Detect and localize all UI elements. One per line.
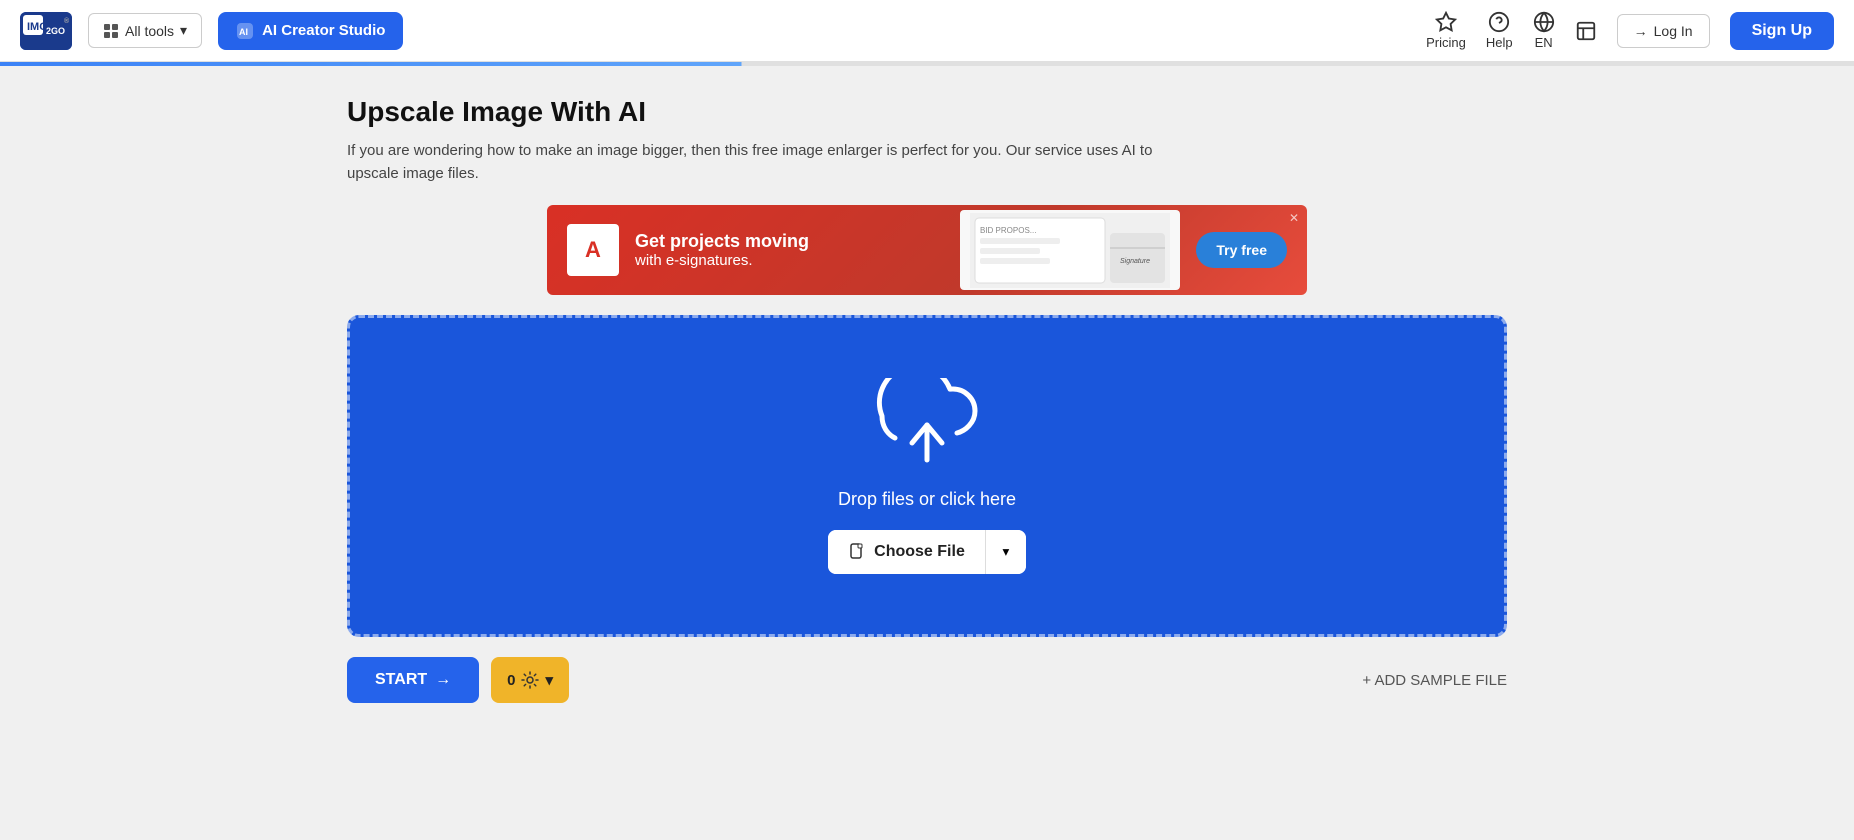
svg-text:IMG: IMG [27,21,48,33]
ai-creator-button[interactable]: AI AI Creator Studio [218,12,403,50]
choose-file-label: Choose File [874,543,965,561]
all-tools-button[interactable]: All tools ▾ [88,13,202,48]
help-nav[interactable]: Help [1486,11,1513,50]
signup-label: Sign Up [1752,22,1812,39]
pricing-icon [1435,11,1457,33]
bottom-bar: START → 0 ▾ + ADD SAMPLE FILE [347,657,1507,723]
logo[interactable]: IMG 2GO ® [20,12,72,50]
signup-button[interactable]: Sign Up [1730,12,1834,50]
arrow-right-icon: → [435,671,451,689]
svg-text:2GO: 2GO [46,26,65,36]
ai-creator-label: AI Creator Studio [262,22,385,39]
ad-banner: A Get projects moving with e-signatures.… [547,205,1307,295]
ad-text: Get projects moving with e-signatures. [635,231,944,270]
chevron-down-icon: ▾ [545,671,553,689]
start-button[interactable]: START → [347,657,479,703]
all-tools-label: All tools [125,23,174,39]
settings-icon [521,671,539,689]
upload-area[interactable]: Drop files or click here Choose File ▾ [347,315,1507,637]
ad-cta-button[interactable]: Try free [1196,232,1287,268]
ad-close-icon[interactable]: ✕ [1289,211,1299,225]
file-icon [848,543,866,561]
login-arrow-icon: → [1634,23,1648,39]
ad-subline: with e-signatures. [635,252,944,269]
help-icon [1488,11,1510,33]
settings-count: 0 [507,672,515,689]
choose-file-wrapper[interactable]: Choose File ▾ [828,530,1026,574]
page-description: If you are wondering how to make an imag… [347,140,1167,185]
login-label: Log In [1654,23,1693,39]
settings-button[interactable]: 0 ▾ [491,657,569,703]
header: IMG 2GO ® All tools ▾ AI AI Creator Stud… [0,0,1854,62]
help-label: Help [1486,35,1513,50]
choose-file-button[interactable]: Choose File [828,530,986,574]
ad-mockup: BID PROPOS... Signature [960,210,1180,290]
start-label: START [375,671,427,689]
svg-text:BID PROPOS...: BID PROPOS... [980,226,1036,235]
chevron-down-icon: ▾ [1002,544,1009,560]
globe-icon [1533,11,1555,33]
pricing-nav[interactable]: Pricing [1426,11,1466,50]
ad-headline: Get projects moving [635,231,944,253]
svg-text:Signature: Signature [1120,258,1150,265]
main-content: Upscale Image With AI If you are wonderi… [327,66,1527,743]
pricing-label: Pricing [1426,35,1466,50]
choose-file-dropdown-button[interactable]: ▾ [986,530,1026,574]
language-nav[interactable]: EN [1533,11,1555,50]
history-nav[interactable] [1575,20,1597,42]
svg-text:®: ® [64,17,70,25]
chevron-down-icon: ▾ [180,22,187,39]
page-title: Upscale Image With AI [347,96,1507,128]
history-icon [1575,20,1597,42]
grid-icon [103,23,119,39]
upload-icon [872,378,982,473]
svg-text:AI: AI [239,27,248,37]
login-button[interactable]: → Log In [1617,14,1710,48]
ai-icon: AI [236,22,254,40]
drop-text: Drop files or click here [838,489,1016,510]
add-sample-button[interactable]: + ADD SAMPLE FILE [1362,672,1507,689]
language-label: EN [1535,35,1553,50]
adobe-icon: A [567,224,619,276]
